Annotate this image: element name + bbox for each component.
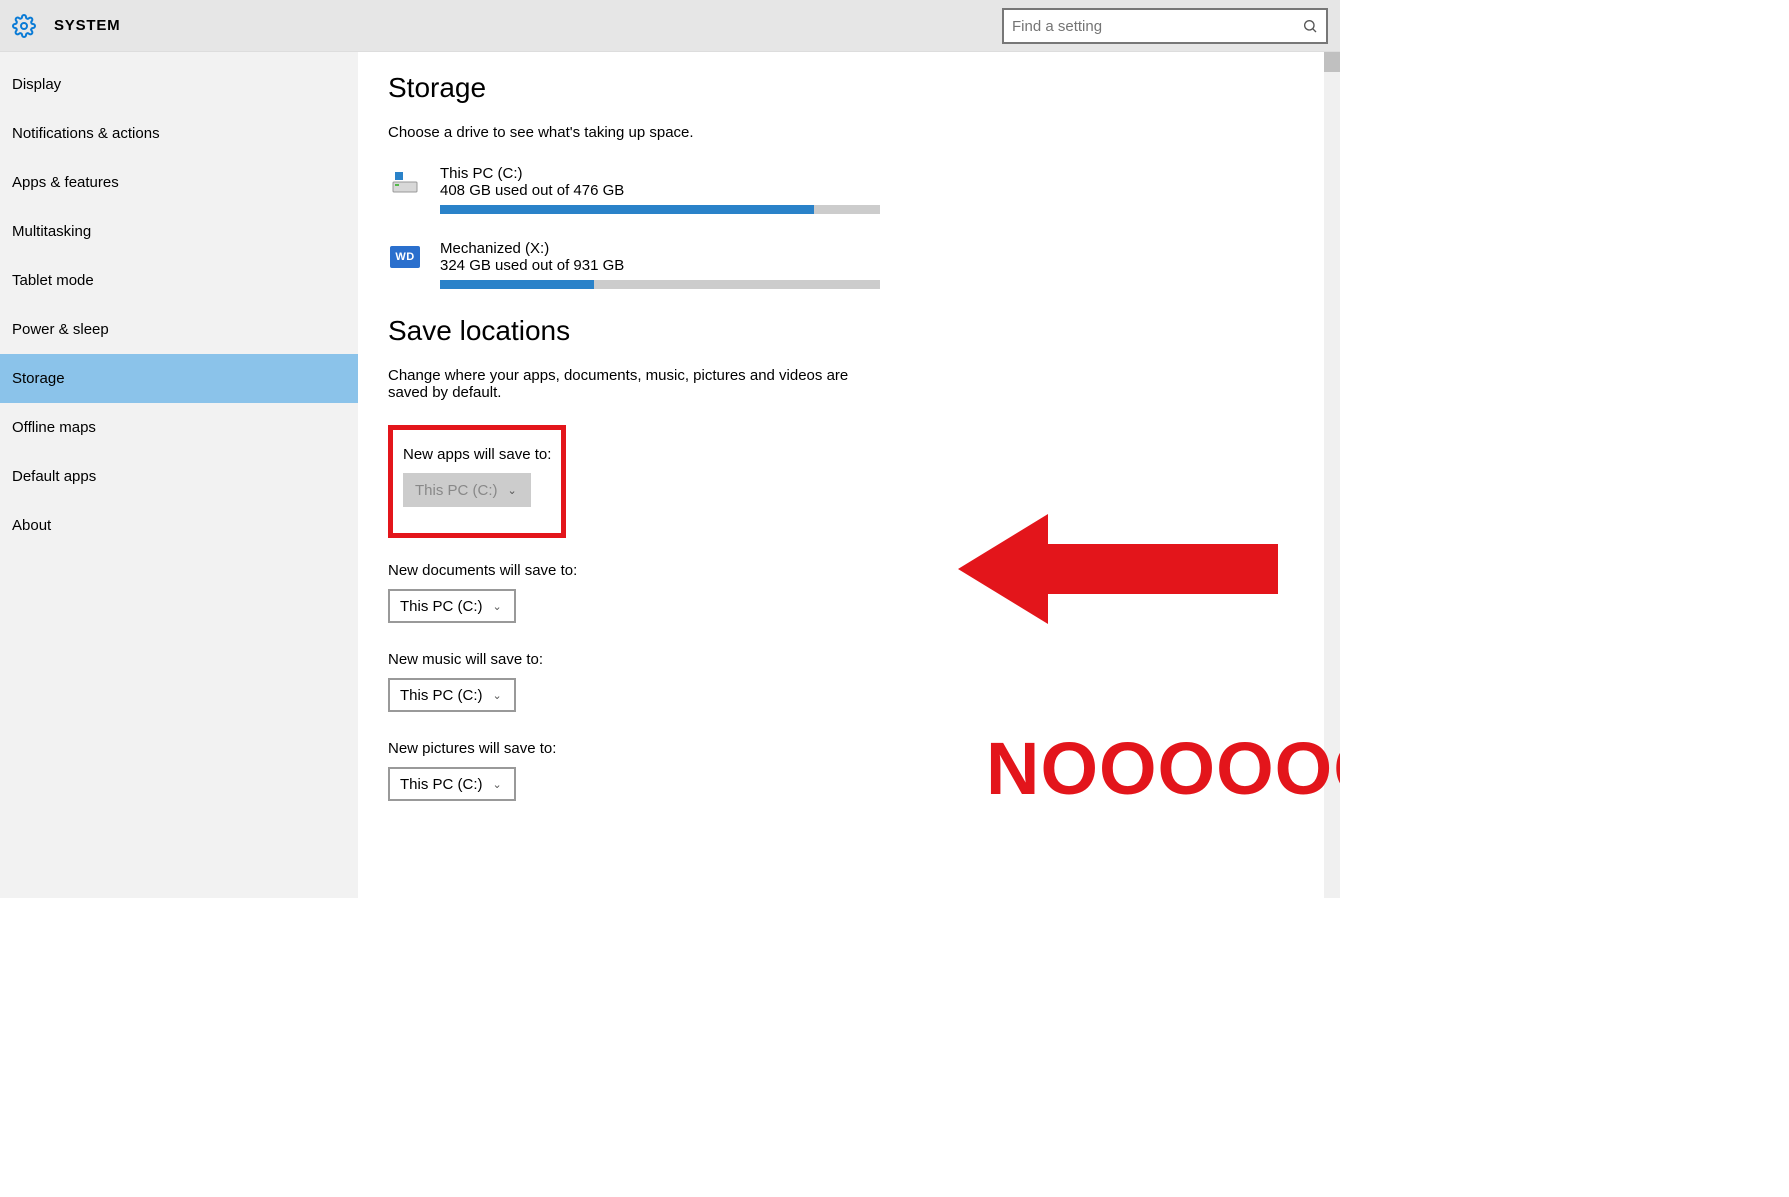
sidebar-item-tablet-mode[interactable]: Tablet mode	[0, 256, 358, 305]
sidebar-item-about[interactable]: About	[0, 501, 358, 550]
save-location-label: New music will save to:	[388, 651, 1310, 668]
scrollbar-thumb[interactable]	[1324, 52, 1340, 72]
save-location-dropdown[interactable]: This PC (C:) ⌄	[388, 678, 516, 712]
drive-usage-text: 408 GB used out of 476 GB	[440, 182, 880, 199]
gear-icon	[12, 14, 36, 38]
sidebar-item-power-sleep[interactable]: Power & sleep	[0, 305, 358, 354]
dropdown-value: This PC (C:)	[415, 482, 498, 499]
save-location-label: New apps will save to:	[403, 446, 551, 463]
sidebar-item-multitasking[interactable]: Multitasking	[0, 207, 358, 256]
sidebar-item-display[interactable]: Display	[0, 60, 358, 109]
main-content: Storage Choose a drive to see what's tak…	[358, 52, 1340, 898]
drive-name: This PC (C:)	[440, 165, 880, 182]
search-field[interactable]	[1002, 8, 1328, 44]
save-location-dropdown[interactable]: This PC (C:) ⌄	[388, 589, 516, 623]
scrollbar-track[interactable]	[1324, 52, 1340, 898]
search-icon	[1302, 18, 1318, 34]
search-input[interactable]	[1012, 18, 1302, 35]
chevron-down-icon: ⌄	[493, 778, 502, 791]
disk-drive-icon	[389, 166, 421, 198]
drive-usage-bar	[440, 205, 880, 214]
save-locations-title: Save locations	[388, 315, 1310, 347]
drive-name: Mechanized (X:)	[440, 240, 880, 257]
sidebar: DisplayNotifications & actionsApps & fea…	[0, 52, 358, 898]
sidebar-item-default-apps[interactable]: Default apps	[0, 452, 358, 501]
storage-title: Storage	[388, 72, 1310, 104]
drive-usage-bar	[440, 280, 880, 289]
sidebar-item-offline-maps[interactable]: Offline maps	[0, 403, 358, 452]
drive-row[interactable]: WD Mechanized (X:)324 GB used out of 931 …	[388, 240, 1310, 289]
save-location-label: New documents will save to:	[388, 562, 1310, 579]
save-location-dropdown[interactable]: This PC (C:) ⌄	[388, 767, 516, 801]
dropdown-value: This PC (C:)	[400, 776, 483, 793]
header-bar: SYSTEM	[0, 0, 1340, 52]
dropdown-value: This PC (C:)	[400, 598, 483, 615]
save-locations-subtitle: Change where your apps, documents, music…	[388, 367, 888, 401]
chevron-down-icon: ⌄	[508, 484, 517, 497]
sidebar-item-notifications-actions[interactable]: Notifications & actions	[0, 109, 358, 158]
wd-drive-icon: WD	[390, 246, 420, 268]
storage-subtitle: Choose a drive to see what's taking up s…	[388, 124, 1310, 141]
drive-row[interactable]: This PC (C:)408 GB used out of 476 GB	[388, 165, 1310, 214]
save-location-label: New pictures will save to:	[388, 740, 1310, 757]
drive-usage-text: 324 GB used out of 931 GB	[440, 257, 880, 274]
chevron-down-icon: ⌄	[493, 600, 502, 613]
dropdown-value: This PC (C:)	[400, 687, 483, 704]
sidebar-item-apps-features[interactable]: Apps & features	[0, 158, 358, 207]
save-location-dropdown: This PC (C:) ⌄	[403, 473, 531, 507]
chevron-down-icon: ⌄	[493, 689, 502, 702]
annotation-highlight-box: New apps will save to: This PC (C:) ⌄	[388, 425, 566, 538]
sidebar-item-storage[interactable]: Storage	[0, 354, 358, 403]
header-title: SYSTEM	[54, 17, 120, 34]
